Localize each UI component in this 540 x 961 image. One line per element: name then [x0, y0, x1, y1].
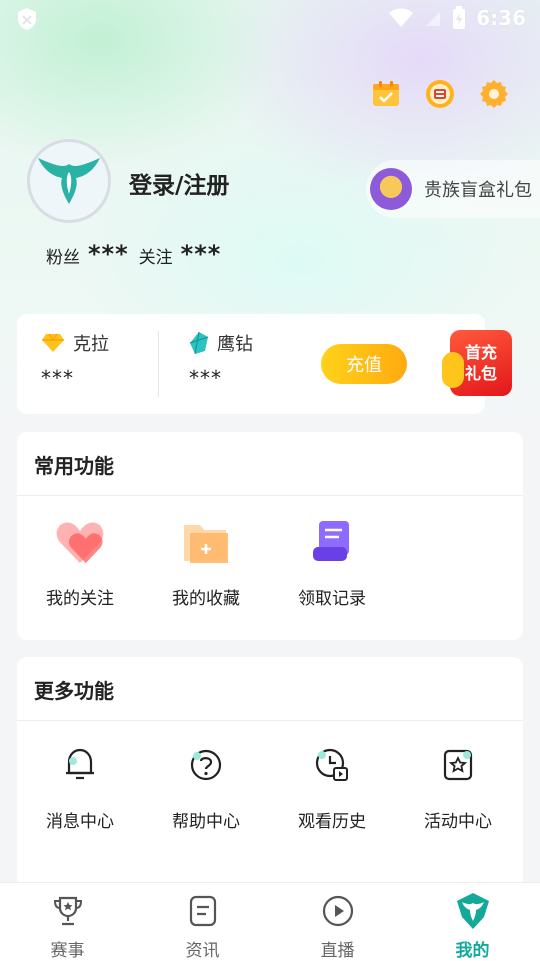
- tab-live[interactable]: 直播: [270, 883, 405, 961]
- fans-label: 粉丝: [46, 248, 80, 268]
- diamond-label: 鹰钻: [217, 334, 253, 355]
- diamond-icon: [42, 333, 64, 352]
- wallet-divider: [158, 331, 159, 397]
- grid-item-claim-records[interactable]: 领取记录: [269, 516, 395, 609]
- checkin-calendar-icon[interactable]: [370, 78, 402, 110]
- crystal-icon: [189, 331, 209, 355]
- divider: [17, 495, 523, 496]
- gift-label: 贵族盲盒礼包: [424, 180, 532, 201]
- help-icon: [180, 739, 232, 791]
- grid-label: 我的关注: [46, 589, 114, 609]
- grid-item-activity-center[interactable]: 活动中心: [395, 739, 521, 832]
- tab-label: 直播: [320, 941, 355, 961]
- first-charge-gift-button[interactable]: 首充 礼包: [442, 322, 516, 404]
- status-time: 6:36: [476, 6, 526, 30]
- battery-icon: [453, 6, 466, 29]
- grid-label: 活动中心: [424, 812, 492, 832]
- noble-blindbox-gift-button[interactable]: 贵族盲盒礼包: [366, 160, 540, 218]
- signal-icon: [426, 12, 441, 26]
- more-functions-section: 更多功能 消息中心 帮助中心 观看历史 活动中心: [17, 657, 523, 897]
- tab-mine[interactable]: 我的: [405, 883, 540, 961]
- gift-box-icon: [370, 168, 412, 210]
- bottom-tab-bar: 赛事 资讯 直播 我的: [0, 882, 540, 961]
- bell-icon: [54, 739, 106, 791]
- carat-balance[interactable]: 克拉 ***: [41, 330, 109, 390]
- fans-value[interactable]: ***: [88, 240, 129, 268]
- settings-gear-icon[interactable]: [478, 78, 510, 110]
- grid-label: 帮助中心: [172, 812, 240, 832]
- trophy-icon: [50, 893, 86, 929]
- tab-news[interactable]: 资讯: [135, 883, 270, 961]
- tab-matches[interactable]: 赛事: [0, 883, 135, 961]
- grid-item-watch-history[interactable]: 观看历史: [269, 739, 395, 832]
- history-icon: [306, 739, 358, 791]
- status-bar: 6:36: [0, 0, 540, 36]
- avatar[interactable]: [27, 139, 111, 223]
- carat-label: 克拉: [73, 334, 109, 355]
- wallet-card: 克拉 *** 鹰钻 *** 充值: [17, 314, 485, 414]
- grid-label: 我的收藏: [172, 589, 240, 609]
- common-functions-section: 常用功能 我的关注 我的收藏 领取记录: [17, 432, 523, 640]
- grid-item-my-follow[interactable]: 我的关注: [17, 516, 143, 609]
- section-title: 常用功能: [34, 454, 114, 478]
- eagle-diamond-balance[interactable]: 鹰钻 ***: [189, 330, 253, 390]
- grid-label: 消息中心: [46, 812, 114, 832]
- tab-label: 我的: [455, 941, 490, 961]
- wifi-icon: [389, 8, 414, 27]
- follow-value[interactable]: ***: [181, 240, 222, 268]
- header-actions: [370, 78, 510, 110]
- coin-icon: [442, 352, 464, 388]
- grid-item-message-center[interactable]: 消息中心: [17, 739, 143, 832]
- divider: [17, 720, 523, 721]
- carat-value: ***: [41, 366, 74, 390]
- heart-icon: [54, 516, 106, 568]
- shield-icon: [18, 8, 36, 30]
- grid-label: 领取记录: [298, 589, 366, 609]
- grid-item-help-center[interactable]: 帮助中心: [143, 739, 269, 832]
- login-register-link[interactable]: 登录/注册: [129, 166, 229, 200]
- first-charge-line2: 礼包: [464, 364, 497, 383]
- medal-badge-icon[interactable]: [424, 78, 456, 110]
- first-charge-line1: 首充: [464, 343, 497, 362]
- grid-item-my-favorites[interactable]: 我的收藏: [143, 516, 269, 609]
- grid-label: 观看历史: [298, 812, 366, 832]
- folder-icon: [180, 516, 232, 568]
- eagle-logo-icon: [38, 158, 100, 204]
- recharge-button[interactable]: 充值: [321, 344, 407, 384]
- news-icon: [185, 893, 221, 929]
- tab-label: 资讯: [185, 941, 220, 961]
- follow-label: 关注: [138, 248, 173, 268]
- scroll-icon: [306, 516, 358, 568]
- profile-stats: 粉丝 *** 关注 ***: [46, 240, 223, 268]
- section-title: 更多功能: [34, 679, 114, 703]
- eagle-icon: [453, 891, 493, 931]
- tab-label: 赛事: [50, 941, 85, 961]
- play-icon: [320, 893, 356, 929]
- star-card-icon: [432, 739, 484, 791]
- diamond-value: ***: [189, 366, 222, 390]
